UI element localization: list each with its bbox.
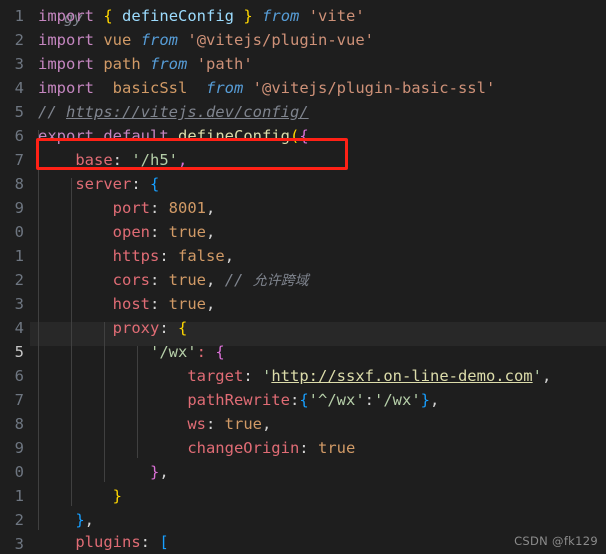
line-number: 9 <box>14 199 24 217</box>
code-content-tail[interactable]: plugins: [ <box>30 0 606 554</box>
line-number: 6 <box>14 127 24 145</box>
code-editor-viewport[interactable]: gy 1 2 3 4 5 6 7 8 9 0 1 2 3 4 5 6 7 8 9… <box>0 0 606 554</box>
line-number: 7 <box>14 151 24 169</box>
line-number: 3 <box>14 55 24 73</box>
line-number-current: 5 <box>14 343 24 361</box>
watermark-text: CSDN @fk129 <box>514 534 598 548</box>
line-number: 7 <box>14 391 24 409</box>
line-number: 1 <box>14 487 24 505</box>
line-number: 1 <box>14 247 24 265</box>
line-number: 5 <box>14 103 24 121</box>
line-number: 3 <box>14 535 24 553</box>
line-number: 4 <box>14 79 24 97</box>
line-number: 9 <box>14 439 24 457</box>
line-number: 2 <box>14 31 24 49</box>
line-number: 2 <box>14 511 24 529</box>
line-number: 0 <box>14 463 24 481</box>
line-number: 8 <box>14 415 24 433</box>
line-number-gutter: 1 2 3 4 5 6 7 8 9 0 1 2 3 4 5 6 7 8 9 0 … <box>0 0 30 554</box>
line-number: 6 <box>14 367 24 385</box>
line-number: 8 <box>14 175 24 193</box>
line-number: 2 <box>14 271 24 289</box>
line-number: 1 <box>14 7 24 25</box>
line-number: 3 <box>14 295 24 313</box>
line-number: 0 <box>14 223 24 241</box>
line-number: 4 <box>14 319 24 337</box>
